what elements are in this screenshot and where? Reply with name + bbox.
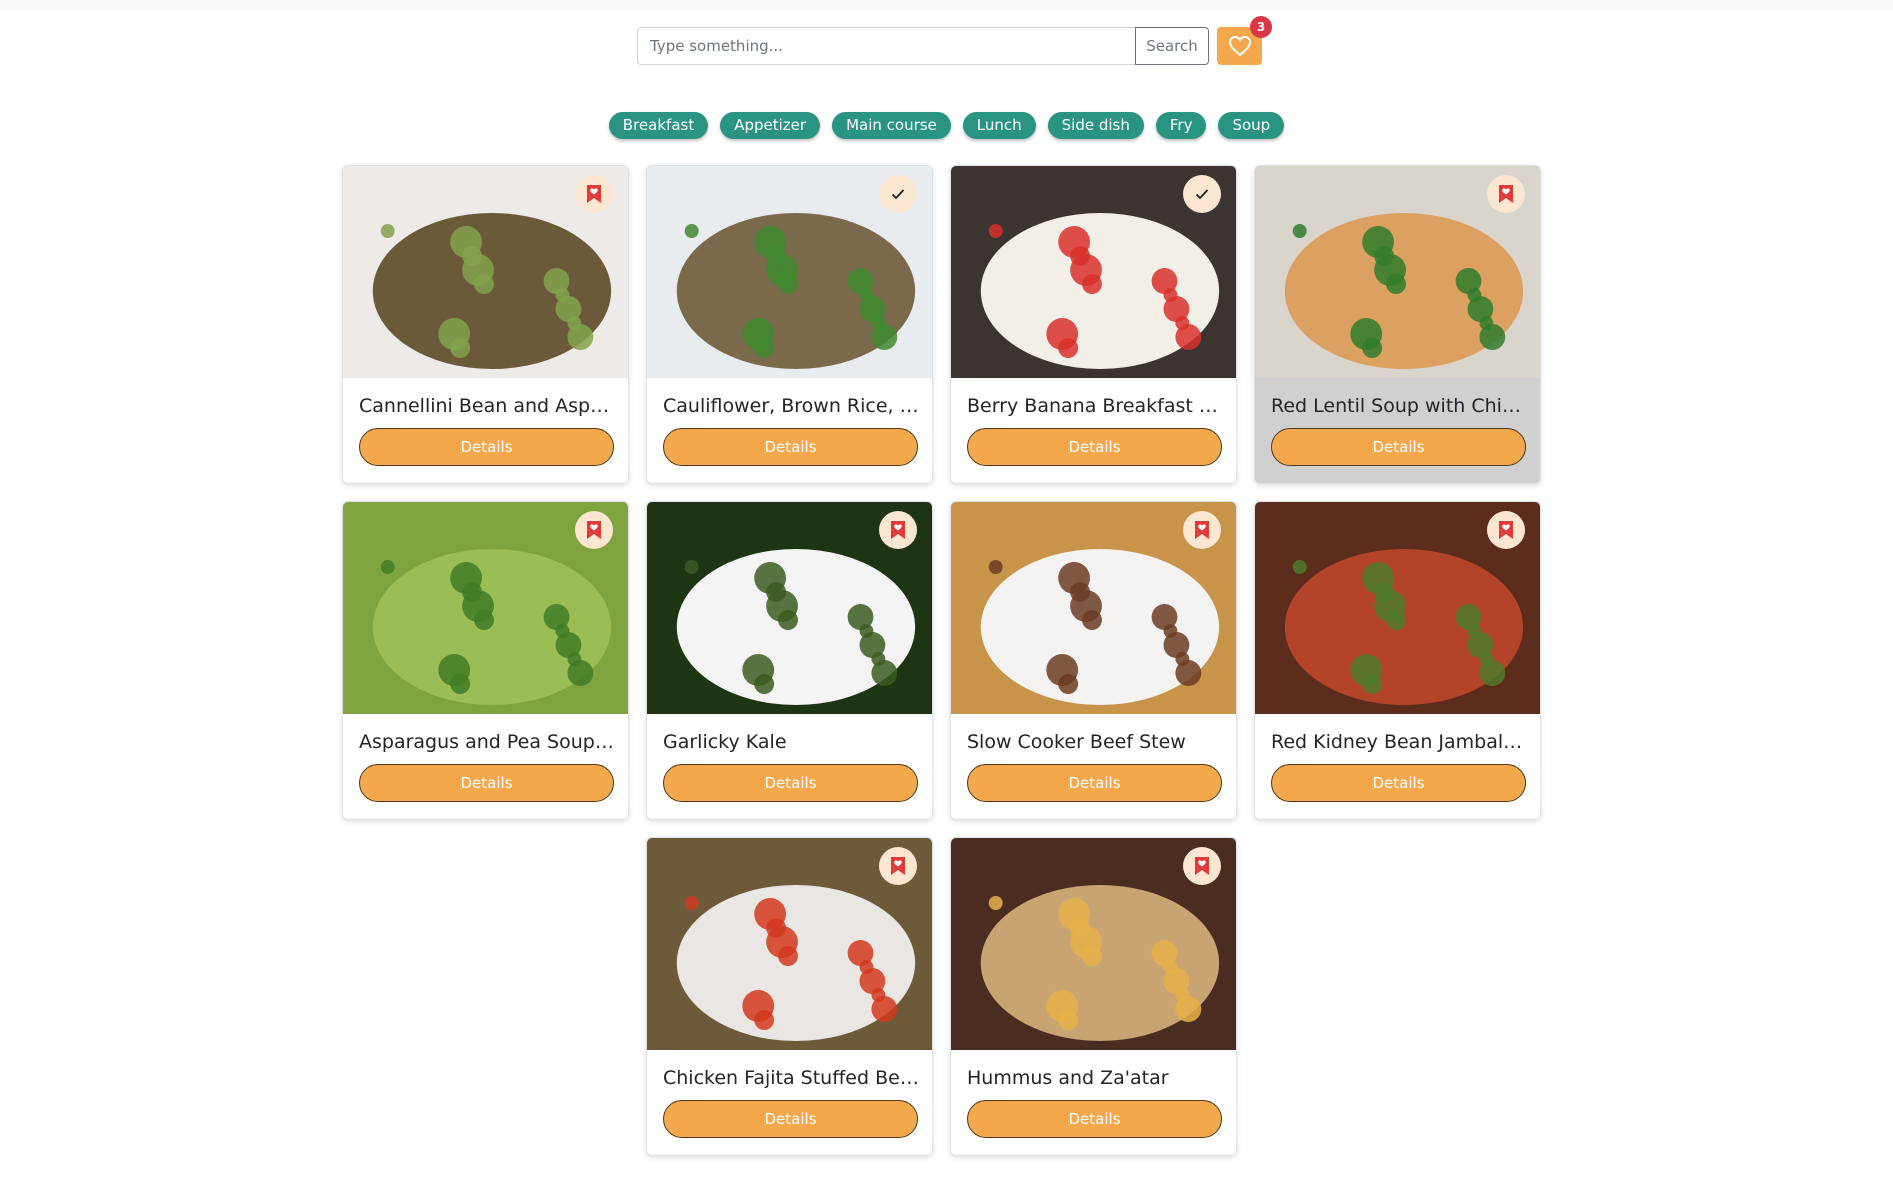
bookmark-heart-icon <box>587 185 601 203</box>
bookmark-heart-icon <box>1499 185 1513 203</box>
bookmark-button[interactable] <box>879 511 917 549</box>
details-button[interactable]: Details <box>1271 428 1526 466</box>
recipe-title: Garlicky Kale <box>663 731 787 753</box>
category-pill[interactable]: Breakfast <box>608 112 709 139</box>
category-pill[interactable]: Soup <box>1218 112 1285 139</box>
category-pill[interactable]: Fry <box>1155 112 1207 139</box>
recipe-card: Red Lentil Soup with Chicken and Turnips… <box>1254 165 1541 484</box>
category-filter-list: Breakfast Appetizer Main course Lunch Side d… <box>0 112 1893 139</box>
recipe-title: Asparagus and Pea Soup: Real Convenience… <box>359 731 615 753</box>
recipe-title: Red Lentil Soup with Chicken and Turnips <box>1271 395 1527 417</box>
recipe-title: Hummus and Za'atar <box>967 1067 1169 1089</box>
recipe-title: Slow Cooker Beef Stew <box>967 731 1186 753</box>
saved-check-button[interactable] <box>879 175 917 213</box>
recipe-title: Cauliflower, Brown Rice, and Vegetable F… <box>663 395 919 417</box>
category-pill[interactable]: Main course <box>832 112 951 139</box>
details-button[interactable]: Details <box>359 764 614 802</box>
top-bar <box>0 0 1893 11</box>
bookmark-heart-icon <box>1195 521 1209 539</box>
recipe-card: Cannellini Bean and Asparagus Details <box>342 165 629 484</box>
bookmark-button[interactable] <box>1487 175 1525 213</box>
bookmark-button[interactable] <box>575 511 613 549</box>
check-icon <box>1195 189 1209 200</box>
details-button[interactable]: Details <box>967 764 1222 802</box>
details-button[interactable]: Details <box>663 428 918 466</box>
bookmark-heart-icon <box>891 857 905 875</box>
category-pill[interactable]: Side dish <box>1047 112 1144 139</box>
heart-outline-icon <box>1228 35 1251 57</box>
recipe-title: Cannellini Bean and Asparagus <box>359 395 615 417</box>
recipe-title: Red Kidney Bean Jambalaya <box>1271 731 1527 753</box>
check-icon <box>891 189 905 200</box>
recipe-card: Garlicky Kale Details <box>646 501 933 820</box>
category-pill[interactable]: Lunch <box>962 112 1036 139</box>
details-button[interactable]: Details <box>1271 764 1526 802</box>
details-button[interactable]: Details <box>663 764 918 802</box>
favorites-count-badge: 3 <box>1250 16 1272 38</box>
details-button[interactable]: Details <box>359 428 614 466</box>
search-bar: Search <box>637 27 1209 65</box>
bookmark-heart-icon <box>587 521 601 539</box>
details-button[interactable]: Details <box>663 1100 918 1138</box>
bookmark-button[interactable] <box>1183 511 1221 549</box>
bookmark-button[interactable] <box>879 847 917 885</box>
details-button[interactable]: Details <box>967 1100 1222 1138</box>
recipe-card: Hummus and Za'atar Details <box>950 837 1237 1156</box>
search-button[interactable]: Search <box>1135 27 1209 65</box>
search-input[interactable] <box>637 27 1135 65</box>
bookmark-button[interactable] <box>575 175 613 213</box>
recipe-title: Berry Banana Breakfast Smoothie <box>967 395 1223 417</box>
recipe-card: Berry Banana Breakfast Smoothie Details <box>950 165 1237 484</box>
recipe-card: Chicken Fajita Stuffed Bell Pepper Detail… <box>646 837 933 1156</box>
details-button[interactable]: Details <box>967 428 1222 466</box>
recipe-card: Red Kidney Bean Jambalaya Details <box>1254 501 1541 820</box>
recipe-title: Chicken Fajita Stuffed Bell Pepper <box>663 1067 919 1089</box>
recipe-card: Asparagus and Pea Soup: Real Convenience… <box>342 501 629 820</box>
saved-check-button[interactable] <box>1183 175 1221 213</box>
bookmark-heart-icon <box>1195 857 1209 875</box>
bookmark-button[interactable] <box>1487 511 1525 549</box>
bookmark-heart-icon <box>891 521 905 539</box>
recipe-card: Slow Cooker Beef Stew Details <box>950 501 1237 820</box>
bookmark-button[interactable] <box>1183 847 1221 885</box>
category-pill[interactable]: Appetizer <box>720 112 821 139</box>
recipe-card: Cauliflower, Brown Rice, and Vegetable F… <box>646 165 933 484</box>
bookmark-heart-icon <box>1499 521 1513 539</box>
